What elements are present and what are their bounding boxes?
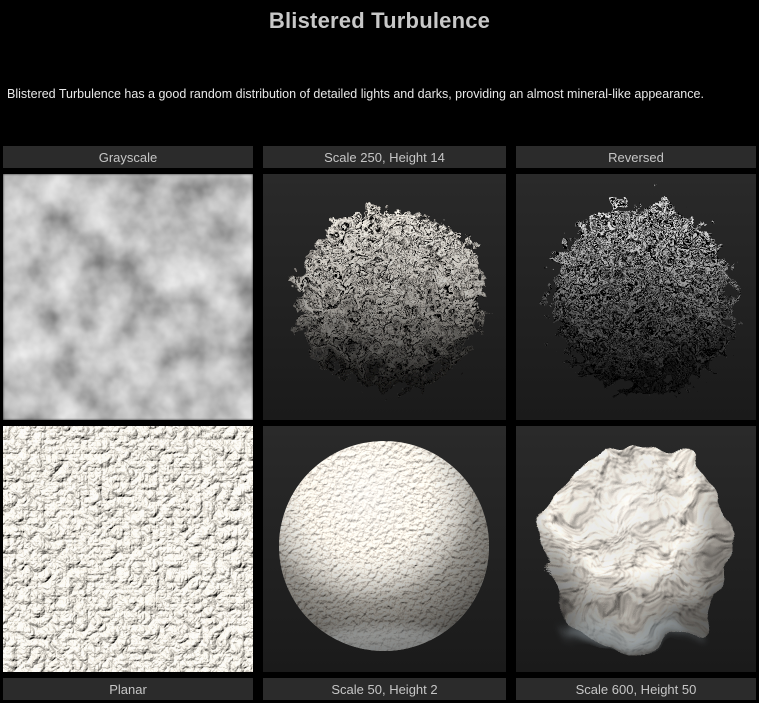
page-title: Blistered Turbulence [268,8,491,33]
sphere-scale-250-height-14-preview [263,174,506,420]
footer-label-scale50-height2: Scale 50, Height 2 [263,678,506,700]
grayscale-noise-image [3,174,253,420]
preview-table: Grayscale Scale 250, Height 14 Reversed [3,146,756,700]
fine-bump-sphere-image [263,426,506,672]
planar-texture-preview [3,426,253,672]
column-header-label: Reversed [608,149,664,165]
blistered-turbulence-page: Blistered Turbulence Blistered Turbulenc… [0,0,759,703]
column-header-reversed: Reversed [516,146,756,168]
column-header-scale250-height14: Scale 250, Height 14 [263,146,506,168]
column-header-label: Grayscale [98,149,158,165]
footer-label: Scale 600, Height 50 [575,681,697,697]
sphere-reversed-preview [516,174,756,420]
footer-label-planar: Planar [3,678,253,700]
column-header-label: Scale 250, Height 14 [324,149,445,165]
footer-label-scale600-height50: Scale 600, Height 50 [516,678,756,700]
warm-tint-overlay [3,426,253,672]
sphere-scale-600-height-50-preview [516,426,756,672]
column-header-grayscale: Grayscale [3,146,253,168]
page-description: Blistered Turbulence has a good random d… [7,87,704,101]
sphere-scale-50-height-2-preview [263,426,506,672]
footer-label: Planar [109,681,147,697]
footer-label: Scale 50, Height 2 [331,681,438,697]
craggy-sphere-image [263,174,506,420]
noise-texture [3,174,253,420]
bottom-rim-light [566,617,686,645]
planar-texture-image [3,426,253,672]
reversed-sphere-image [516,174,756,420]
craggy-sphere [292,200,476,384]
lumpy-sphere [546,443,726,649]
reversed-craggy-sphere [543,199,729,385]
grayscale-noise-preview [3,174,253,420]
lumpy-sphere-image [516,426,756,672]
